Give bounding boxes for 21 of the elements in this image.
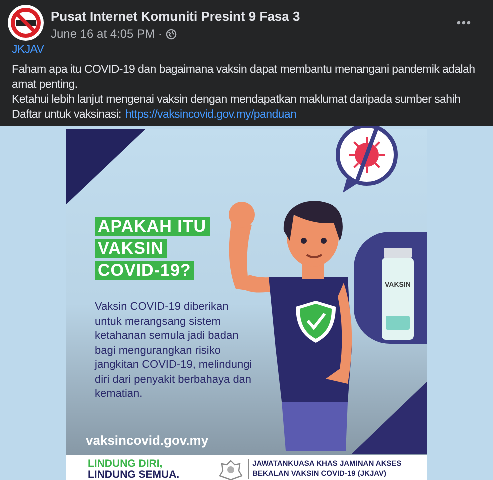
post-timestamp[interactable]: June 16 at 4:05 PM · — [51, 26, 162, 42]
poster-title: VAKSIN — [95, 239, 167, 258]
no-virus-icon — [333, 126, 401, 195]
slogan-text: LINDUNG SEMUA. — [88, 470, 180, 480]
crest-icon — [218, 458, 244, 480]
corner-triangle-icon — [66, 129, 146, 205]
slogan-text: LINDUNG DIRI, — [88, 458, 164, 470]
hashtag-link[interactable]: JKJAV — [12, 44, 44, 56]
avatar-icon[interactable] — [8, 5, 44, 41]
post-text: Faham apa itu COVID-19 dan bagaimana vaksin dapat membantu menangani pandemik adalah amat penting. — [12, 63, 476, 93]
poster-body-text: Vaksin COVID-19 diberikan untuk merangsang sistem ketahanan semula jadi badan bagi mengurangkan risiko jangkitan COVID-19, melindungi diri dari penyakit berbahaya dan kematian. — [95, 300, 254, 402]
corner-triangle-icon — [352, 382, 427, 454]
post-text: Daftar untuk vaksinasi: — [12, 108, 122, 123]
poster-title: APAKAH ITU — [95, 217, 210, 236]
post-text: Ketahui lebih lanjut mengenai vaksin dengan mendapatkan maklumat daripada sumber sahih — [12, 93, 462, 108]
website-text: vaksincovid.gov.my — [86, 432, 209, 448]
author-name[interactable]: Pusat Internet Komuniti Presint 9 Fasa 3 — [51, 8, 457, 25]
url-link[interactable]: https://vaksincovid.gov.my/panduan — [125, 108, 297, 123]
post-image[interactable] — [0, 126, 493, 480]
more-options-icon[interactable] — [457, 21, 471, 25]
poster-title: COVID-19? — [95, 261, 194, 280]
